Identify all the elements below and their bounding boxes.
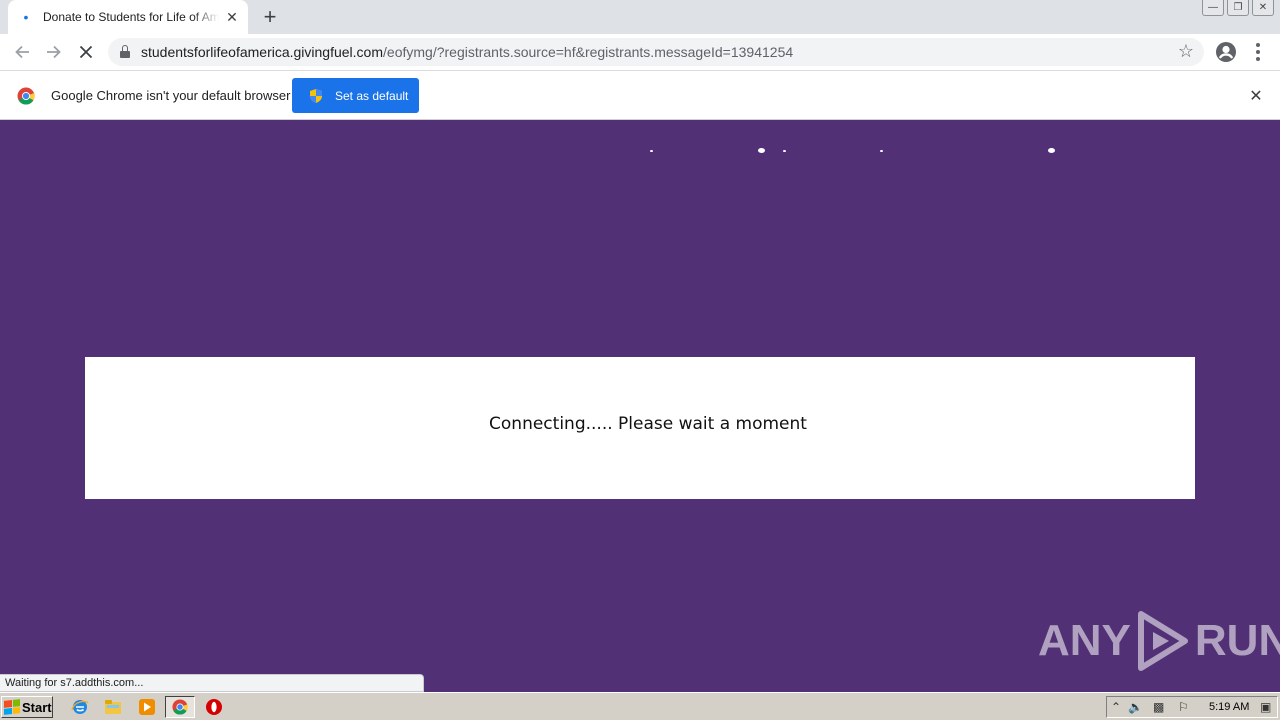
header-fragment <box>880 150 883 152</box>
infobar-close-icon[interactable]: ✕ <box>1247 87 1265 105</box>
network-icon[interactable]: ▩ <box>1153 700 1164 714</box>
windows-taskbar: Start ⌃ 🔈 ▩ ⚐ 5:19 AM ▣ <box>0 692 1280 720</box>
page-content: Connecting..... Please wait a moment ANY… <box>0 120 1280 692</box>
browser-tab[interactable]: • Donate to Students for Life of America… <box>8 0 248 34</box>
action-center-flag-icon[interactable]: ⚐ <box>1178 700 1189 714</box>
restore-button[interactable]: ❐ <box>1227 0 1249 16</box>
profile-icon[interactable] <box>1215 41 1237 63</box>
favicon-icon: • <box>23 9 29 25</box>
play-logo-icon <box>1137 611 1188 671</box>
default-browser-infobar: Google Chrome isn't your default browser… <box>0 71 1280 120</box>
header-fragment <box>783 150 786 152</box>
volume-icon[interactable]: 🔈 <box>1128 700 1143 714</box>
menu-icon[interactable] <box>1250 41 1266 63</box>
watermark-left: ANY <box>1038 616 1131 665</box>
infobar-message: Google Chrome isn't your default browser <box>51 88 291 103</box>
set-as-default-button[interactable]: Set as default <box>292 78 419 113</box>
stop-button[interactable] <box>74 41 98 63</box>
address-bar[interactable]: studentsforlifeofamerica.givingfuel.com/… <box>108 38 1204 66</box>
tab-title: Donate to Students for Life of America <box>43 10 219 24</box>
minimize-button[interactable]: — <box>1202 0 1224 16</box>
opera-icon[interactable] <box>205 698 223 716</box>
window-controls: — ❐ ✕ <box>1202 0 1274 16</box>
back-button[interactable] <box>10 41 34 63</box>
shield-icon <box>310 88 322 103</box>
windows-logo-icon <box>4 699 20 715</box>
new-tab-button[interactable]: + <box>259 4 281 29</box>
forward-icon <box>47 45 61 59</box>
loading-modal: Connecting..... Please wait a moment <box>85 357 1195 499</box>
chrome-logo-icon <box>17 87 35 105</box>
header-fragment <box>650 150 653 152</box>
ie-icon[interactable] <box>71 698 89 716</box>
url-text[interactable]: studentsforlifeofamerica.givingfuel.com/… <box>141 44 793 60</box>
watermark-right: RUN <box>1194 616 1280 665</box>
media-player-icon[interactable] <box>138 698 156 716</box>
chrome-taskbar-button[interactable] <box>165 696 195 718</box>
stop-icon <box>79 45 93 59</box>
start-button[interactable]: Start <box>1 696 53 718</box>
loading-message: Connecting..... Please wait a moment <box>489 414 807 434</box>
anyrun-watermark: ANY RUN <box>1038 610 1280 672</box>
show-desktop-icon[interactable]: ▣ <box>1260 700 1271 714</box>
url-host: studentsforlifeofamerica.givingfuel.com <box>141 44 384 60</box>
status-bubble: Waiting for s7.addthis.com... <box>0 674 424 692</box>
tab-close-icon[interactable]: ✕ <box>224 9 240 25</box>
url-path: /eofymg/?registrants.source=hf&registran… <box>383 44 794 60</box>
explorer-icon[interactable] <box>104 698 122 716</box>
header-fragment <box>1048 148 1055 153</box>
browser-toolbar: studentsforlifeofamerica.givingfuel.com/… <box>0 34 1280 71</box>
set-as-default-label: Set as default <box>335 88 409 103</box>
show-hidden-icons-icon[interactable]: ⌃ <box>1111 700 1121 714</box>
start-label: Start <box>22 699 52 715</box>
forward-button[interactable] <box>42 41 66 63</box>
tab-strip: • Donate to Students for Life of America… <box>0 0 1280 34</box>
star-icon[interactable]: ☆ <box>1178 41 1194 62</box>
header-fragment <box>758 148 765 153</box>
chrome-icon <box>172 699 188 715</box>
back-icon <box>15 45 29 59</box>
taskbar-clock[interactable]: 5:19 AM <box>1209 701 1249 713</box>
lock-icon[interactable] <box>120 45 130 59</box>
window-close-button[interactable]: ✕ <box>1252 0 1274 16</box>
